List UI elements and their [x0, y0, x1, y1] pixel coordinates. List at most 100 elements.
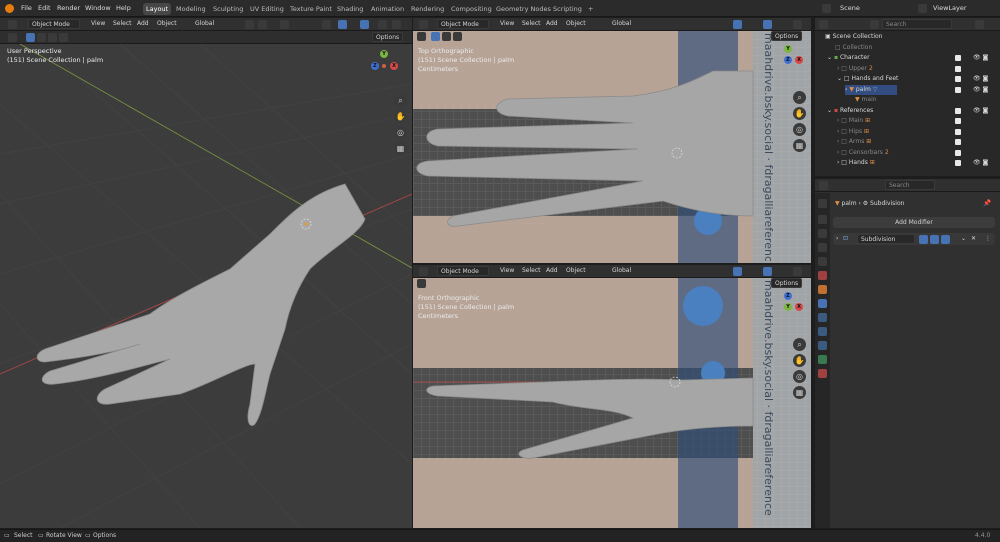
- select-mode-new-icon[interactable]: [26, 33, 35, 42]
- particles-tab-icon[interactable]: [818, 313, 827, 322]
- editor-type-icon[interactable]: [819, 181, 828, 190]
- shading-solid-icon[interactable]: [392, 20, 401, 29]
- exclude-checkbox[interactable]: [955, 128, 961, 135]
- outliner-row-hips[interactable]: › □ Hips ⊞: [837, 127, 869, 138]
- menu-object[interactable]: Object: [154, 19, 180, 29]
- menu-view[interactable]: View: [88, 19, 108, 29]
- exclude-checkbox[interactable]: [955, 107, 961, 114]
- tab-sculpting[interactable]: Sculpting: [210, 3, 246, 15]
- eye-icon[interactable]: 👁 ◙: [973, 158, 988, 169]
- view-layer-selector[interactable]: ViewLayer: [933, 0, 967, 17]
- modifier-name-field[interactable]: Subdivision: [857, 234, 915, 244]
- exclude-checkbox[interactable]: [955, 76, 961, 82]
- menu-view[interactable]: View: [497, 19, 517, 29]
- mode-selector[interactable]: Object Mode: [437, 266, 489, 276]
- pan-hand-icon[interactable]: ✋: [394, 110, 407, 123]
- remove-modifier-icon[interactable]: ✕: [971, 234, 976, 245]
- proportional-edit-icon[interactable]: [280, 20, 289, 29]
- constraints-tab-icon[interactable]: [818, 341, 827, 350]
- camera-view-icon[interactable]: ◎: [793, 370, 806, 383]
- gizmo-y-axis[interactable]: Y: [784, 303, 792, 311]
- outliner-row-character[interactable]: ⌄ ▪ Character: [827, 53, 870, 64]
- outliner-row-main[interactable]: ▼ main: [855, 95, 877, 106]
- output-tab-icon[interactable]: [818, 229, 827, 238]
- overlay-toggle-icon[interactable]: [763, 267, 772, 276]
- camera-view-icon[interactable]: ◎: [394, 126, 407, 139]
- editor-type-icon[interactable]: [819, 20, 828, 29]
- tool-tab-icon[interactable]: [818, 199, 827, 208]
- add-modifier-button[interactable]: Add Modifier: [833, 217, 995, 228]
- transform-orientation[interactable]: Global: [192, 19, 217, 29]
- select-mode-subtract-icon[interactable]: [48, 33, 57, 42]
- render-toggle-icon[interactable]: [941, 234, 950, 244]
- tool-icon[interactable]: [417, 32, 426, 41]
- outliner-row-hands-and-feet[interactable]: ⌄ □ Hands and Feet: [837, 74, 898, 85]
- mode-selector[interactable]: Object Mode: [437, 19, 489, 29]
- camera-view-icon[interactable]: ◎: [793, 123, 806, 136]
- edit-mode-toggle-icon[interactable]: [919, 234, 928, 244]
- object-tab-icon[interactable]: [818, 285, 827, 294]
- exclude-checkbox[interactable]: [955, 118, 961, 124]
- material-tab-icon[interactable]: [818, 369, 827, 378]
- tab-animation[interactable]: Animation: [368, 3, 407, 15]
- perspective-toggle-icon[interactable]: ▦: [793, 139, 806, 152]
- top-view-viewport[interactable]: maahdrive.bsky.social · fdragalliarefere…: [413, 31, 811, 263]
- properties-search-input[interactable]: Search: [885, 180, 935, 190]
- tab-modeling[interactable]: Modeling: [173, 3, 209, 15]
- exclude-checkbox[interactable]: [955, 149, 961, 156]
- exclude-checkbox[interactable]: [955, 160, 961, 166]
- scene-icon[interactable]: [822, 4, 831, 13]
- viewport-display-toggle-icon[interactable]: [930, 234, 939, 244]
- data-tab-icon[interactable]: [818, 355, 827, 364]
- menu-select[interactable]: Select: [110, 19, 135, 29]
- scene-tab-icon[interactable]: [818, 257, 827, 266]
- menu-object[interactable]: Object: [563, 266, 589, 276]
- select-mode-new-icon[interactable]: [431, 32, 440, 41]
- exclude-checkbox[interactable]: [955, 86, 961, 93]
- menu-add[interactable]: Add: [543, 19, 561, 29]
- snap-icon[interactable]: [258, 20, 267, 29]
- gizmo-y-axis[interactable]: Y: [784, 45, 792, 53]
- zoom-icon[interactable]: ⌕: [793, 338, 806, 351]
- menu-view[interactable]: View: [497, 266, 517, 276]
- transform-orientation[interactable]: Global: [609, 266, 634, 276]
- tab-texture-paint[interactable]: Texture Paint: [287, 3, 335, 15]
- outliner-row-censorbars[interactable]: › □ Censorbars 2: [837, 148, 889, 159]
- visibility-icon[interactable]: [322, 20, 331, 29]
- navigation-gizmo[interactable]: Y Z X: [366, 50, 402, 86]
- transform-orientation[interactable]: Global: [609, 19, 634, 29]
- menu-object[interactable]: Object: [563, 19, 589, 29]
- gizmo-toggle-icon[interactable]: [338, 20, 347, 29]
- exclude-checkbox[interactable]: [955, 65, 961, 72]
- world-tab-icon[interactable]: [818, 271, 827, 280]
- eye-icon[interactable]: 👁 ◙: [973, 85, 988, 96]
- add-workspace-button[interactable]: +: [585, 3, 596, 15]
- editor-type-icon[interactable]: [419, 20, 428, 29]
- menu-render[interactable]: Render: [57, 0, 80, 17]
- outliner-row-collection[interactable]: □ Collection: [835, 43, 872, 54]
- outliner-row-arms[interactable]: › □ Arms ⊞: [837, 137, 871, 148]
- tab-compositing[interactable]: Compositing: [448, 3, 495, 15]
- perspective-toggle-icon[interactable]: ▦: [793, 386, 806, 399]
- outliner-row-main-ref[interactable]: › □ Main ⊞: [837, 116, 870, 127]
- select-mode-extend-icon[interactable]: [442, 32, 451, 41]
- funnel-icon[interactable]: [975, 20, 984, 29]
- options-dropdown[interactable]: Options: [771, 278, 803, 288]
- outliner-row-palm[interactable]: › ▼ palm ▽: [845, 84, 898, 95]
- options-dropdown[interactable]: Options: [771, 31, 803, 41]
- drag-handle-icon[interactable]: ⋮: [985, 234, 991, 245]
- menu-add[interactable]: Add: [543, 266, 561, 276]
- gizmo-z-axis[interactable]: Z: [784, 292, 792, 300]
- view-layer-icon[interactable]: [918, 4, 927, 13]
- editor-type-icon[interactable]: [8, 20, 17, 29]
- navigation-gizmo[interactable]: Y X Z: [773, 45, 803, 75]
- options-dropdown[interactable]: Options: [372, 32, 404, 42]
- blender-logo-icon[interactable]: [5, 4, 14, 13]
- exclude-checkbox[interactable]: [955, 139, 961, 145]
- tool-icon[interactable]: [8, 33, 17, 42]
- tool-icon[interactable]: [417, 279, 426, 288]
- select-mode-invert-icon[interactable]: [59, 33, 68, 42]
- pivot-icon[interactable]: [245, 20, 254, 29]
- front-view-viewport[interactable]: maahdrive.bsky.social · fdragalliarefere…: [413, 278, 811, 528]
- overlay-toggle-icon[interactable]: [763, 20, 772, 29]
